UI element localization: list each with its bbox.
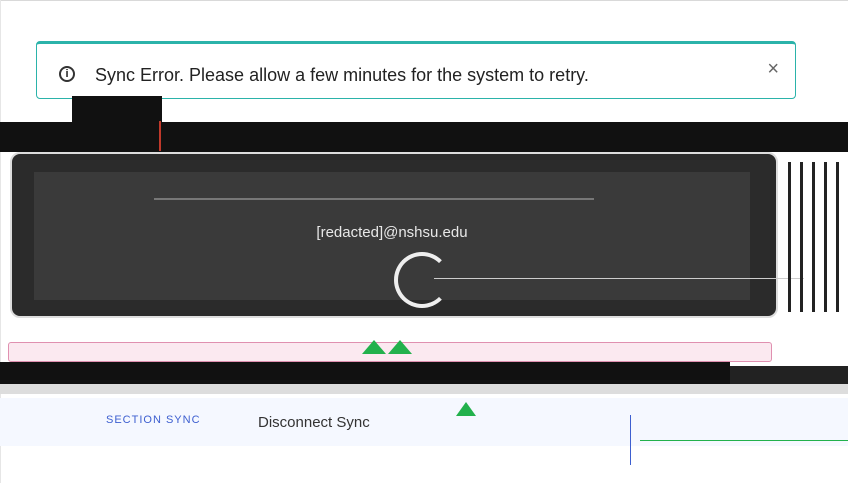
footer-band-right <box>730 366 848 384</box>
disconnect-sync-button[interactable]: Disconnect Sync <box>258 406 448 438</box>
side-scroll-bars <box>782 162 848 322</box>
header-divider <box>159 121 161 151</box>
close-icon[interactable]: × <box>767 58 779 81</box>
success-marker-icon <box>456 402 476 416</box>
sync-error-alert: i Sync Error. Please allow a few minutes… <box>36 41 796 99</box>
account-card: [redacted]@nshsu.edu <box>10 152 804 318</box>
success-marker-icon <box>388 340 412 354</box>
header-band <box>0 122 848 152</box>
info-circle-icon: i <box>59 66 75 82</box>
section-label: SECTION SYNC <box>106 414 201 426</box>
accent-line <box>640 440 848 441</box>
header-tab <box>72 96 162 122</box>
link-divider <box>630 415 631 465</box>
success-marker-icon <box>362 340 386 354</box>
footer-band <box>0 362 730 384</box>
footer-divider <box>0 384 848 394</box>
progress-line <box>434 278 804 279</box>
account-email: [redacted]@nshsu.edu <box>316 224 468 241</box>
alert-message: Sync Error. Please allow a few minutes f… <box>95 65 589 85</box>
action-row: SECTION SYNC Disconnect Sync <box>0 398 848 446</box>
account-card-body: [redacted]@nshsu.edu <box>34 172 804 308</box>
window-top-border <box>0 0 848 1</box>
card-divider <box>154 198 594 200</box>
loading-spinner-icon <box>394 252 450 308</box>
